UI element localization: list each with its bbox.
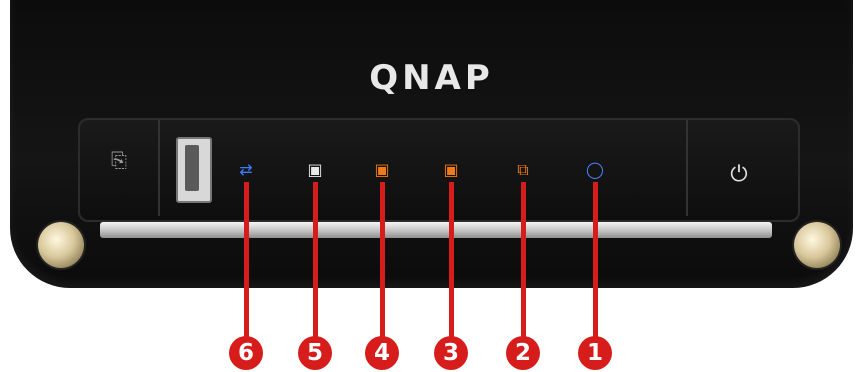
silver-trim: [100, 222, 772, 238]
led-hdd: ▣: [440, 160, 462, 180]
copy-button[interactable]: ⎘: [105, 147, 133, 175]
copy-icon: ⎘: [111, 150, 127, 172]
callout-badge-4: 4: [365, 336, 399, 370]
callout-line: [521, 182, 526, 338]
led-lan: ⧉: [512, 160, 534, 180]
usb-port: [176, 137, 212, 203]
callout-badge-3: 3: [434, 336, 468, 370]
led-hdd-status: ▣: [304, 160, 326, 180]
callout-line: [449, 182, 454, 338]
callout-badge-1: 1: [578, 336, 612, 370]
power-button[interactable]: ⏻: [724, 160, 754, 190]
hdd-icon: ▣: [443, 160, 459, 179]
led-status: ◯: [584, 160, 606, 180]
power-icon: ⏻: [730, 162, 748, 187]
brand-logo: QNAP: [369, 58, 494, 98]
callout-line: [244, 182, 249, 338]
led-hdd: ▣: [371, 160, 393, 180]
callout-line: [380, 182, 385, 338]
callout-badge-5: 5: [298, 336, 332, 370]
led-usb: ⇄: [235, 160, 257, 180]
callout-badge-2: 2: [506, 336, 540, 370]
thumb-screw-right: [794, 222, 840, 268]
panel-divider: [686, 120, 688, 216]
callout-badge-6: 6: [229, 336, 263, 370]
panel-divider: [158, 120, 160, 216]
status-icon: ◯: [586, 160, 604, 179]
hdd-icon: ▣: [374, 160, 390, 179]
hdd-status-icon: ▣: [307, 160, 323, 179]
callout-line: [313, 182, 318, 338]
usb-icon: ⇄: [239, 160, 253, 179]
thumb-screw-left: [38, 222, 84, 268]
callout-line: [593, 182, 598, 338]
lan-icon: ⧉: [517, 160, 529, 179]
